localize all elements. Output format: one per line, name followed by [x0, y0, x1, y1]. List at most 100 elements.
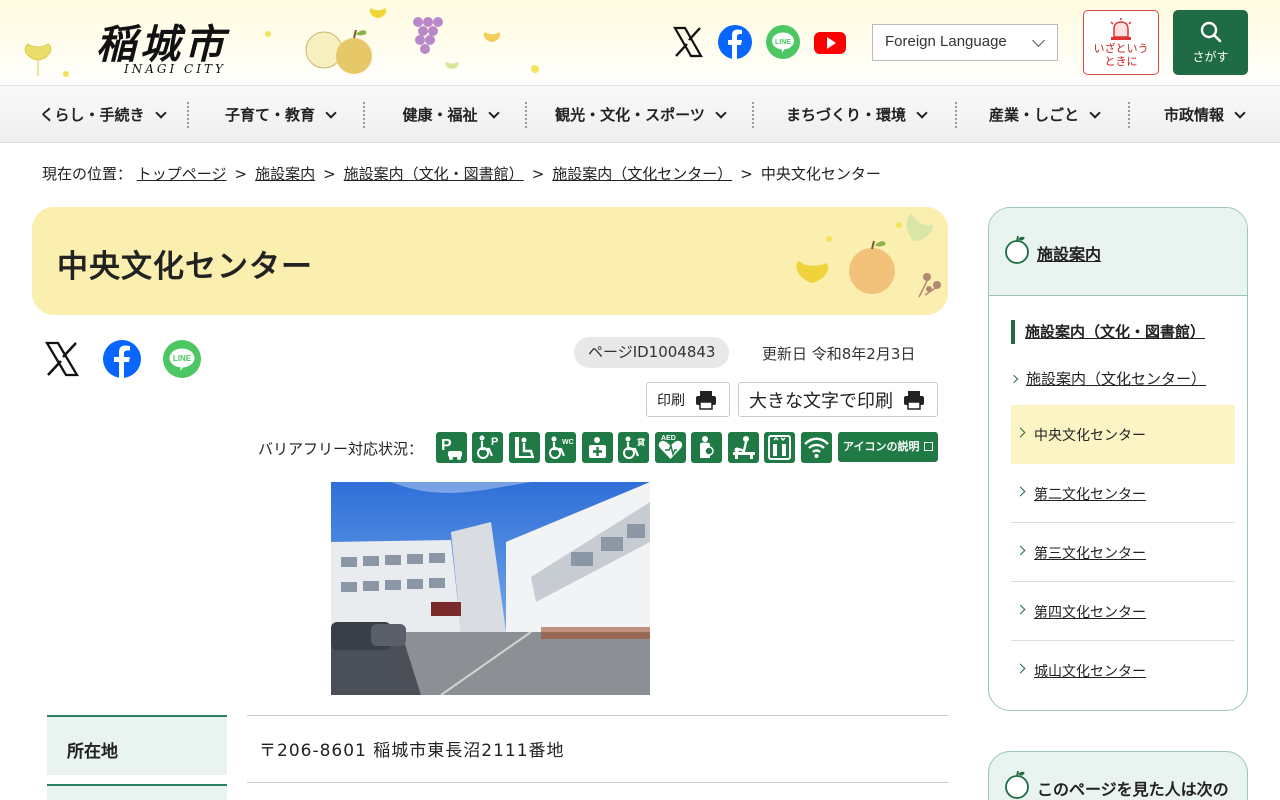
breadcrumb-separator: > [234, 165, 248, 183]
grape-illustration-icon [413, 17, 443, 54]
logo-subtext: INAGI CITY [124, 62, 226, 76]
sidebar-item-central-culture-center[interactable]: 中央文化センター [1011, 405, 1235, 464]
chevron-down-icon [1234, 106, 1246, 119]
nursing-room-icon [691, 432, 722, 463]
chevron-right-icon [1015, 486, 1026, 497]
breadcrumb-link-culture-centers[interactable]: 施設案内（文化センター） [552, 165, 732, 183]
page-id-badge: ページID1004843 [574, 337, 730, 368]
nav-divider [955, 102, 957, 128]
foreign-language-label: Foreign Language [885, 33, 1007, 50]
youtube-icon[interactable] [812, 24, 848, 60]
icon-explanation-link[interactable]: アイコンの説明 [838, 432, 938, 462]
sidebar-header: 施設案内 [989, 208, 1247, 296]
sidebar-title[interactable]: 施設案内 [1037, 241, 1101, 265]
nav-item-industry[interactable]: 産業・しごと [964, 86, 1124, 143]
sidebar-item-fourth-culture-center[interactable]: 第四文化センター [1011, 582, 1235, 641]
facebook-share-icon[interactable] [102, 339, 142, 379]
emergency-label-line1: いざという [1093, 42, 1149, 55]
breadcrumb-current: 中央文化センター [760, 165, 881, 183]
print-button-label: 印刷 [657, 392, 685, 409]
pear-illustration-icon [305, 29, 372, 74]
nav-divider [525, 102, 527, 128]
elevator-icon [764, 432, 795, 463]
chevron-right-icon [1015, 663, 1026, 674]
nav-divider [1128, 102, 1130, 128]
chevron-down-icon [154, 106, 167, 119]
sidebar-item-second-culture-center[interactable]: 第二文化センター [1011, 464, 1235, 523]
print-button[interactable]: 印刷 [646, 382, 730, 417]
line-icon-text: LINE [775, 39, 791, 46]
site-logo[interactable]: 稲城市 INAGI CITY [96, 12, 246, 78]
sidebar-item-label: 第三文化センター [1034, 546, 1146, 562]
breadcrumb-link-top[interactable]: トップページ [137, 165, 227, 183]
nav-item-living[interactable]: くらし・手続き [24, 86, 180, 143]
chevron-down-icon [325, 106, 337, 119]
breadcrumb-separator: > [740, 165, 753, 183]
nav-item-health[interactable]: 健康・福祉 [372, 86, 528, 143]
accessible-parking-icon: P [472, 432, 503, 463]
building-photo [331, 482, 650, 695]
svg-text:貸: 貸 [636, 437, 646, 447]
address-value: 〒206-8601 稲城市東長沼2111番地 [247, 715, 948, 783]
sidebar-level2-link[interactable]: 施設案内（文化センター） [1009, 368, 1207, 389]
nav-item-label: 子育て・教育 [224, 106, 315, 124]
chevron-right-icon [1015, 545, 1026, 556]
x-share-icon[interactable] [42, 339, 82, 379]
sidebar-level2-label: 施設案内（文化センター） [1026, 370, 1207, 388]
nav-item-label: まちづくり・環境 [785, 106, 906, 124]
foreign-language-select[interactable]: Foreign Language [872, 24, 1058, 61]
nav-divider [187, 102, 189, 128]
sidebar-item-third-culture-center[interactable]: 第三文化センター [1011, 523, 1235, 582]
address-header: 所在地 [47, 715, 227, 775]
sidebar-level1-link[interactable]: 施設案内（文化・図書館） [1011, 320, 1205, 344]
breadcrumb-link-culture-library[interactable]: 施設案内（文化・図書館） [344, 165, 524, 183]
breadcrumb-separator: > [323, 165, 336, 183]
print-large-button[interactable]: 大きな文字で印刷 [738, 382, 938, 417]
updated-date: 更新日 令和8年2月3日 [762, 345, 916, 363]
fruit-bullet-icon [1005, 770, 1029, 799]
first-aid-room-icon [582, 432, 613, 463]
nursing-chair-icon [509, 432, 540, 463]
breadcrumb-link-facilities[interactable]: 施設案内 [255, 165, 315, 183]
page-title-banner: 中央文化センター [32, 207, 948, 315]
nav-item-childcare[interactable]: 子育て・教育 [198, 86, 362, 143]
ginkgo-leaf-icon [24, 43, 52, 76]
nav-item-tourism[interactable]: 観光・文化・スポーツ [534, 86, 746, 143]
svg-text:P: P [491, 436, 498, 448]
emergency-button[interactable]: いざという ときに [1083, 10, 1159, 75]
chevron-down-icon [1032, 34, 1045, 47]
accessible-toilet-icon: WC [545, 432, 576, 463]
nav-item-label: 観光・文化・スポーツ [555, 106, 705, 124]
alarm-siren-icon [1110, 18, 1132, 40]
sidebar-item-label: 第二文化センター [1034, 487, 1146, 503]
sidebar-item-shiroyama-culture-center[interactable]: 城山文化センター [1011, 641, 1235, 700]
chevron-down-icon [916, 106, 928, 119]
nav-item-label: くらし・手続き [39, 106, 145, 124]
nav-divider [752, 102, 754, 128]
sidebar-item-label: 中央文化センター [1034, 428, 1146, 444]
breadcrumb: 現在の位置： トップページ > 施設案内 > 施設案内（文化・図書館） > 施設案内（文化セ… [42, 163, 881, 184]
table-header-next [47, 784, 227, 800]
search-button[interactable]: さがす [1173, 10, 1248, 75]
pear-ginkgo-illustration-icon [796, 213, 941, 307]
nav-item-townplanning[interactable]: まちづくり・環境 [762, 86, 950, 143]
wifi-icon [801, 432, 832, 463]
page-title: 中央文化センター [57, 249, 313, 285]
line-icon[interactable]: LINE [765, 24, 801, 60]
parking-icon: P [436, 432, 467, 463]
nav-item-citygov[interactable]: 市政情報 [1136, 86, 1272, 143]
chevron-down-icon [487, 106, 500, 119]
chevron-down-icon [1089, 106, 1101, 119]
printer-icon [696, 390, 716, 410]
svg-text:WC: WC [562, 439, 574, 446]
sparkle-icon [265, 31, 271, 37]
x-icon[interactable] [670, 24, 706, 60]
emergency-label-line2: ときに [1104, 55, 1138, 68]
sidebar-item-label: 第四文化センター [1034, 605, 1146, 621]
line-share-text: LINE [173, 354, 192, 363]
facebook-icon[interactable] [717, 24, 753, 60]
search-button-label: さがす [1192, 50, 1229, 64]
chevron-right-icon [1015, 604, 1026, 615]
line-share-icon[interactable]: LINE [162, 339, 202, 379]
ginkgo-leaf-icon [445, 62, 459, 76]
